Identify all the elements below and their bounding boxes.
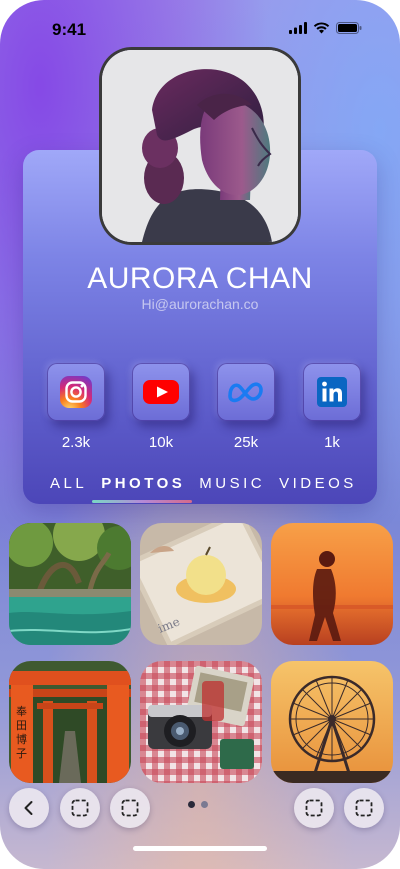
gallery-item-ferris-wheel[interactable] — [271, 661, 393, 783]
linkedin-icon — [317, 377, 347, 407]
portrait-photo — [102, 50, 298, 242]
gallery-item-torii-gates[interactable]: 奉 田 博 子 — [9, 661, 131, 783]
svg-text:奉: 奉 — [16, 704, 27, 718]
avatar[interactable] — [102, 50, 298, 242]
gallery-item-river-forest[interactable] — [9, 523, 131, 645]
status-time: 9:41 — [52, 20, 87, 39]
tab-videos[interactable]: VIDEOS — [279, 475, 357, 492]
tab-music[interactable]: MUSIC — [199, 475, 265, 492]
svg-text:子: 子 — [16, 747, 27, 760]
profile-email[interactable]: Hi@aurorachan.co — [0, 296, 400, 312]
page-indicator — [188, 801, 208, 808]
torii-gates-photo: 奉 田 博 子 — [9, 661, 131, 783]
select-icon — [71, 799, 89, 817]
profile-name: AURORA CHAN — [87, 262, 313, 295]
instagram-icon — [60, 376, 92, 408]
youtube-icon — [143, 380, 179, 404]
tab-all[interactable]: ALL — [50, 475, 87, 492]
home-indicator[interactable] — [133, 846, 267, 851]
status-icons — [289, 22, 362, 34]
cellular-signal-icon — [289, 22, 307, 34]
wifi-icon — [313, 22, 330, 34]
active-tab-indicator — [92, 500, 192, 503]
gallery-item-camera-picnic[interactable] — [140, 661, 262, 783]
instagram-count: 2.3k — [61, 434, 91, 451]
tab-photos[interactable]: PHOTOS — [101, 475, 185, 492]
select-button-2[interactable] — [110, 788, 150, 828]
meta-button[interactable] — [217, 363, 275, 421]
youtube-button[interactable] — [132, 363, 190, 421]
phone-screen: 9:41 AURORA CHAN Hi@aurorachan.co 2.3k 1… — [0, 0, 400, 869]
back-button[interactable] — [9, 788, 49, 828]
back-icon — [24, 801, 33, 815]
select-icon — [121, 799, 139, 817]
page-dot-active — [188, 801, 195, 808]
river-forest-photo — [9, 523, 131, 645]
status-bar: 9:41 — [0, 0, 400, 50]
camera-picnic-photo — [140, 661, 262, 783]
page-dot — [201, 801, 208, 808]
linkedin-count: 1k — [324, 434, 340, 451]
select-button-4[interactable] — [344, 788, 384, 828]
gallery-item-dessert-plate[interactable]: ime — [140, 523, 262, 645]
battery-icon — [336, 22, 362, 34]
meta-count: 25k — [233, 434, 259, 451]
instagram-button[interactable] — [47, 363, 105, 421]
ferris-wheel-photo — [271, 661, 393, 783]
gallery-item-silhouette-sunset[interactable] — [271, 523, 393, 645]
select-button-1[interactable] — [60, 788, 100, 828]
meta-icon — [228, 382, 263, 403]
linkedin-button[interactable] — [303, 363, 361, 421]
svg-text:田: 田 — [16, 719, 27, 732]
dessert-plate-photo: ime — [140, 523, 262, 645]
silhouette-sunset-photo — [271, 523, 393, 645]
category-tabs: ALL PHOTOS MUSIC VIDEOS — [50, 475, 357, 492]
select-icon — [305, 799, 323, 817]
select-icon — [355, 799, 373, 817]
svg-text:博: 博 — [16, 733, 27, 746]
select-button-3[interactable] — [294, 788, 334, 828]
youtube-count: 10k — [148, 434, 174, 451]
